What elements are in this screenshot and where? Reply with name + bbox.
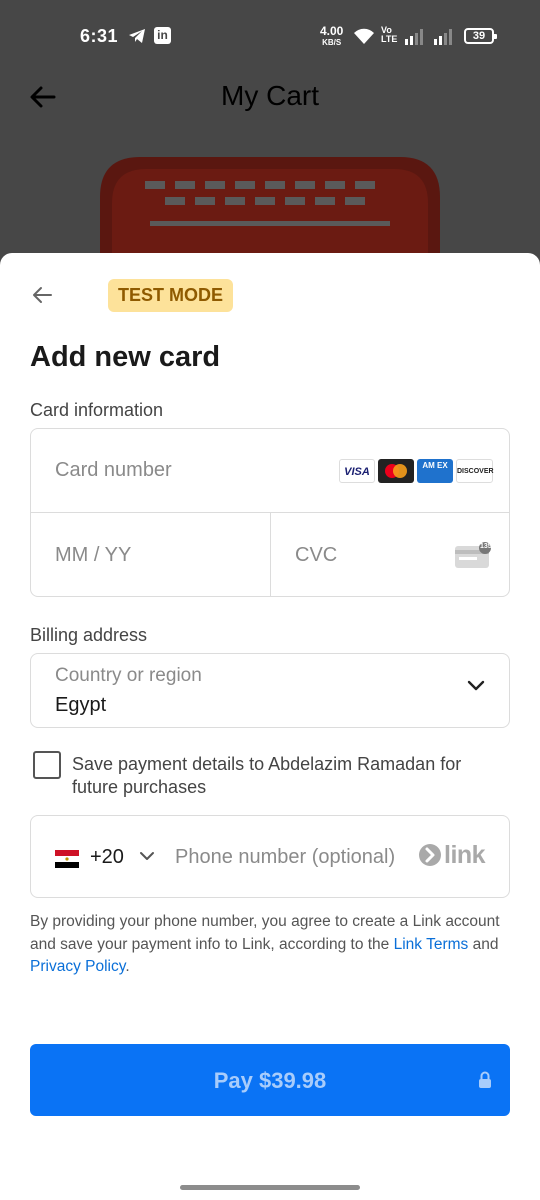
telegram-icon <box>129 29 145 43</box>
back-arrow-icon[interactable] <box>30 283 54 307</box>
phone-field[interactable]: +20 Phone number (optional) link <box>30 815 510 898</box>
divider <box>270 513 271 597</box>
card-number-placeholder: Card number <box>55 459 172 481</box>
mastercard-icon <box>378 459 414 483</box>
page-title: My Cart <box>221 80 319 111</box>
volte-indicator: Vo LTE <box>381 26 397 44</box>
card-information-label: Card information <box>30 400 164 420</box>
link-terms-link[interactable]: Link Terms <box>394 936 469 953</box>
phone-placeholder: Phone number (optional) <box>175 846 396 868</box>
add-card-sheet: TEST MODE Add new card Card information … <box>0 253 540 1200</box>
legal-and: and <box>468 935 499 953</box>
chevron-down-icon[interactable] <box>139 851 155 861</box>
legal-suffix: . <box>125 958 130 975</box>
wifi-icon <box>354 28 374 44</box>
expiry-placeholder[interactable]: MM / YY <box>55 544 131 567</box>
link-brand-text: link <box>444 841 486 869</box>
country-placeholder: Country or region <box>55 665 202 686</box>
cvc-card-icon: 135 <box>454 542 494 573</box>
cvc-icon-text: 135 <box>480 543 492 550</box>
lock-icon <box>479 1071 491 1088</box>
billing-address-label: Billing address <box>30 625 148 645</box>
discover-icon: DISCOVER <box>456 459 494 483</box>
network-speed: 4.00 KB/S <box>320 24 344 48</box>
pay-button[interactable]: Pay $39.98 <box>30 1044 510 1116</box>
amex-icon: AM EX <box>417 459 453 483</box>
signal-icon <box>405 29 423 45</box>
card-information-group: Card number VISA AM EX DISCOVER MM / YY … <box>30 428 510 597</box>
link-logo-icon <box>419 844 441 866</box>
sheet-title: Add new card <box>30 341 221 373</box>
battery-indicator: 39 <box>464 28 497 44</box>
pay-button-label: Pay $39.98 <box>213 1068 327 1093</box>
egypt-flag-icon <box>55 850 79 868</box>
save-payment-checkbox[interactable] <box>33 751 61 779</box>
home-indicator[interactable] <box>180 1185 360 1190</box>
save-payment-label: Save payment details to Abdelazim Ramada… <box>72 754 462 797</box>
network-speed-unit: KB/S <box>322 38 342 47</box>
chevron-down-icon <box>467 680 485 691</box>
country-select[interactable]: Country or region Egypt <box>30 653 510 728</box>
status-bar: 6:31 in 4.00 KB/S Vo LTE 39 <box>0 0 540 70</box>
country-code[interactable]: +20 <box>90 846 124 869</box>
privacy-policy-link[interactable]: Privacy Policy <box>30 958 125 975</box>
country-value: Egypt <box>55 694 107 716</box>
app-header: My Cart <box>0 70 540 130</box>
linkedin-icon: in <box>154 27 171 44</box>
volte-bottom: LTE <box>381 34 398 44</box>
cvc-placeholder[interactable]: CVC <box>295 544 337 567</box>
test-mode-badge: TEST MODE <box>108 279 234 312</box>
legal-text: By providing your phone number, you agre… <box>30 911 514 979</box>
visa-icon: VISA <box>339 459 375 483</box>
signal-icon <box>434 29 452 45</box>
network-speed-value: 4.00 <box>320 24 344 38</box>
card-number-field[interactable]: Card number VISA AM EX DISCOVER <box>31 429 509 513</box>
status-time: 6:31 <box>80 26 119 46</box>
